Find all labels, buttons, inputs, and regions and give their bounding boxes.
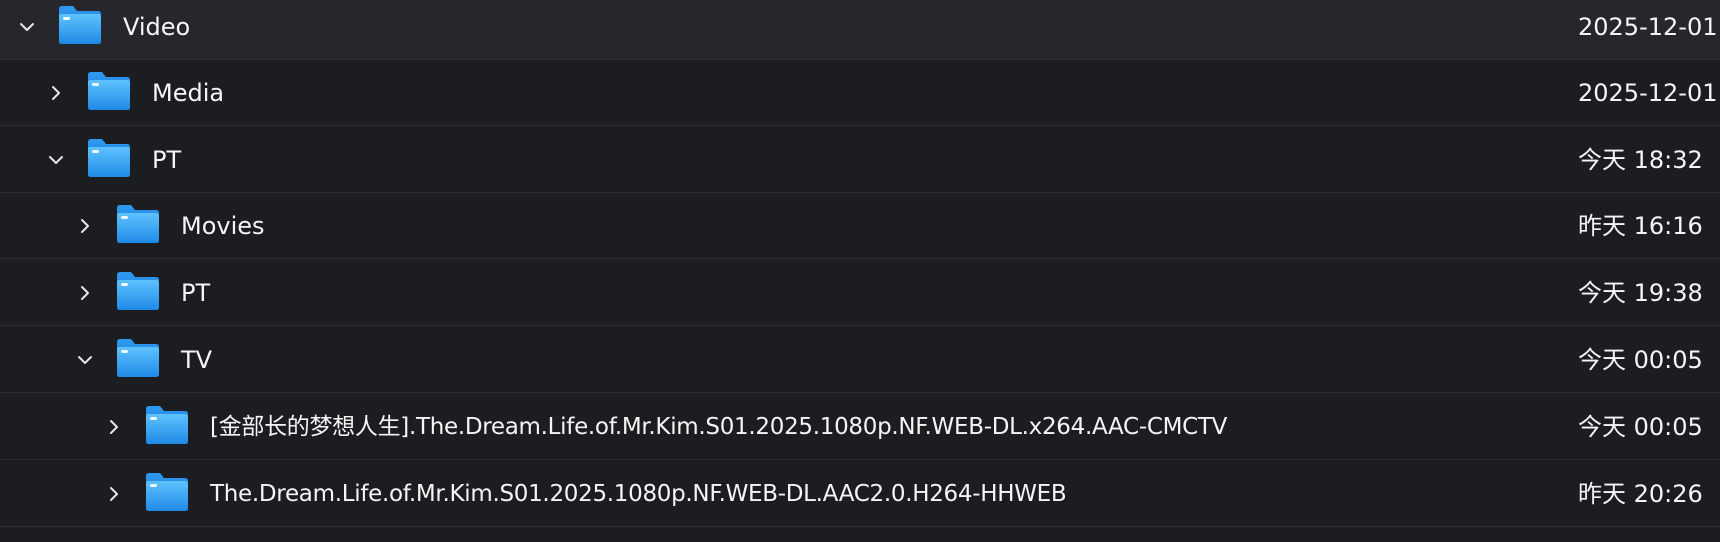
folder-name: TV — [181, 346, 213, 374]
chevron-down-icon[interactable] — [74, 349, 96, 371]
folder-name: Media — [152, 79, 225, 107]
modified-date: 昨天 20:26 — [1578, 480, 1703, 508]
tree-row-movies[interactable]: Movies 昨天 16:16 — [0, 193, 1720, 259]
folder-name: [金部长的梦想人生].The.Dream.Life.of.Mr.Kim.S01.… — [210, 414, 1228, 440]
folder-name: Video — [123, 13, 191, 41]
tree-row-dream-life-hhweb[interactable]: The.Dream.Life.of.Mr.Kim.S01.2025.1080p.… — [0, 461, 1720, 527]
tree-row-tv[interactable]: TV 今天 00:05 — [0, 327, 1720, 393]
tree-row-dream-life-cmctv[interactable]: [金部长的梦想人生].The.Dream.Life.of.Mr.Kim.S01.… — [0, 394, 1720, 460]
folder-icon — [56, 3, 104, 47]
modified-date: 今天 00:05 — [1578, 413, 1703, 441]
folder-name: The.Dream.Life.of.Mr.Kim.S01.2025.1080p.… — [210, 481, 1067, 507]
chevron-right-icon[interactable] — [103, 416, 125, 438]
modified-date: 今天 19:38 — [1578, 279, 1703, 307]
file-tree: Video 2025-12-01 0 Media 2025-12-01 2 — [0, 0, 1720, 542]
chevron-right-icon[interactable] — [103, 483, 125, 505]
chevron-down-icon[interactable] — [16, 16, 38, 38]
folder-name: PT — [152, 146, 182, 174]
tree-row-media[interactable]: Media 2025-12-01 2 — [0, 60, 1720, 126]
modified-date: 今天 00:05 — [1578, 346, 1703, 374]
modified-date: 2025-12-01 2 — [1578, 79, 1720, 107]
chevron-right-icon[interactable] — [74, 282, 96, 304]
chevron-right-icon[interactable] — [74, 215, 96, 237]
folder-icon — [85, 136, 133, 180]
chevron-down-icon[interactable] — [45, 149, 67, 171]
tree-row-video[interactable]: Video 2025-12-01 0 — [0, 0, 1720, 60]
folder-name: PT — [181, 279, 211, 307]
tree-row-pt-nested[interactable]: PT 今天 19:38 — [0, 260, 1720, 326]
folder-icon — [114, 202, 162, 246]
folder-icon — [114, 269, 162, 313]
folder-name: Movies — [181, 212, 265, 240]
modified-date: 昨天 16:16 — [1578, 212, 1703, 240]
folder-icon — [143, 403, 191, 447]
modified-date: 2025-12-01 0 — [1578, 13, 1720, 41]
tree-row-pt[interactable]: PT 今天 18:32 — [0, 127, 1720, 193]
folder-icon — [85, 69, 133, 113]
folder-icon — [143, 470, 191, 514]
modified-date: 今天 18:32 — [1578, 146, 1703, 174]
folder-icon — [114, 336, 162, 380]
chevron-right-icon[interactable] — [45, 82, 67, 104]
